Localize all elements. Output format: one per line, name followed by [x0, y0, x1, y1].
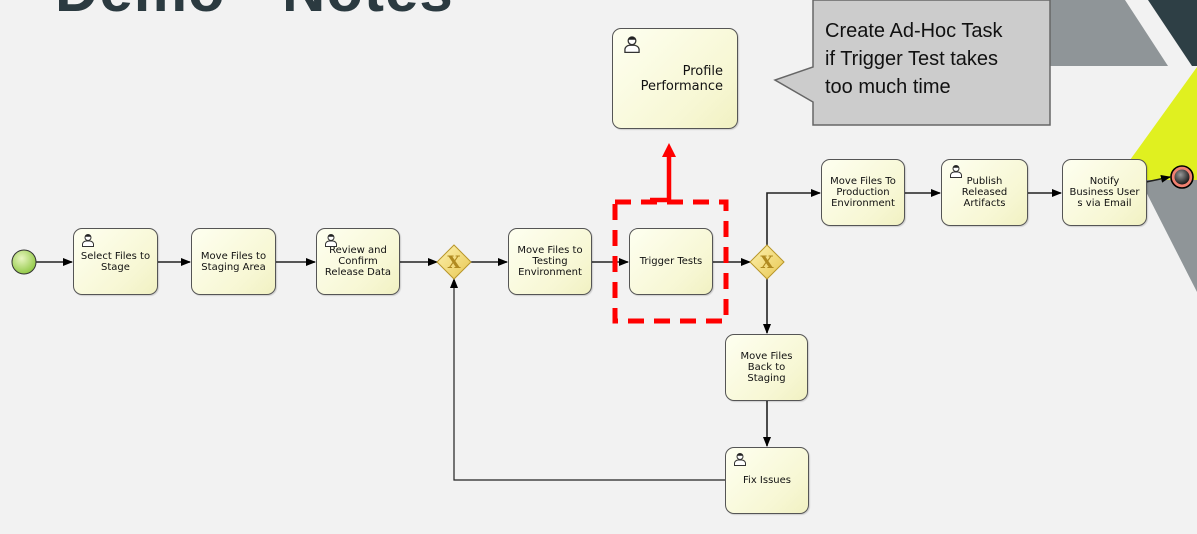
callout-shape: [773, 0, 1051, 126]
task-label: Review and Confirm Release Data: [324, 245, 392, 278]
task-publish-artifacts[interactable]: Publish Released Artifacts: [941, 159, 1028, 226]
task-label: Publish Released Artifacts: [961, 176, 1008, 209]
task-label: Move Files to Testing Environment: [517, 245, 583, 278]
user-icon: [82, 234, 94, 247]
user-icon: [734, 453, 746, 466]
task-label: Fix Issues: [743, 475, 791, 486]
task-trigger-tests[interactable]: Trigger Tests: [629, 228, 713, 295]
task-move-testing[interactable]: Move Files to Testing Environment: [508, 228, 592, 295]
task-move-back-staging[interactable]: Move Files Back to Staging: [725, 334, 808, 401]
user-icon: [950, 165, 962, 178]
user-icon: [325, 234, 337, 247]
user-icon: [624, 36, 640, 53]
task-select-files[interactable]: Select Files to Stage: [73, 228, 158, 295]
callout-text: Create Ad-Hoc Task if Trigger Test takes…: [825, 20, 1003, 98]
task-label: Move Files Back to Staging: [740, 351, 793, 384]
task-notify-users[interactable]: Notify Business User s via Email: [1062, 159, 1147, 226]
task-move-production[interactable]: Move Files To Production Environment: [821, 159, 905, 226]
task-label: Select Files to Stage: [80, 250, 151, 273]
task-label: Notify Business User s via Email: [1069, 176, 1140, 209]
task-fix-issues[interactable]: Fix Issues: [725, 447, 809, 514]
task-label: Trigger Tests: [639, 256, 703, 267]
task-label: Profile Performance: [640, 63, 723, 94]
task-label: Move Files to Staging Area: [200, 250, 267, 273]
task-profile-performance[interactable]: Profile Performance: [612, 28, 738, 129]
task-review-confirm[interactable]: Review and Confirm Release Data: [316, 228, 400, 295]
task-label: Move Files To Production Environment: [830, 176, 896, 209]
task-move-staging[interactable]: Move Files to Staging Area: [191, 228, 276, 295]
